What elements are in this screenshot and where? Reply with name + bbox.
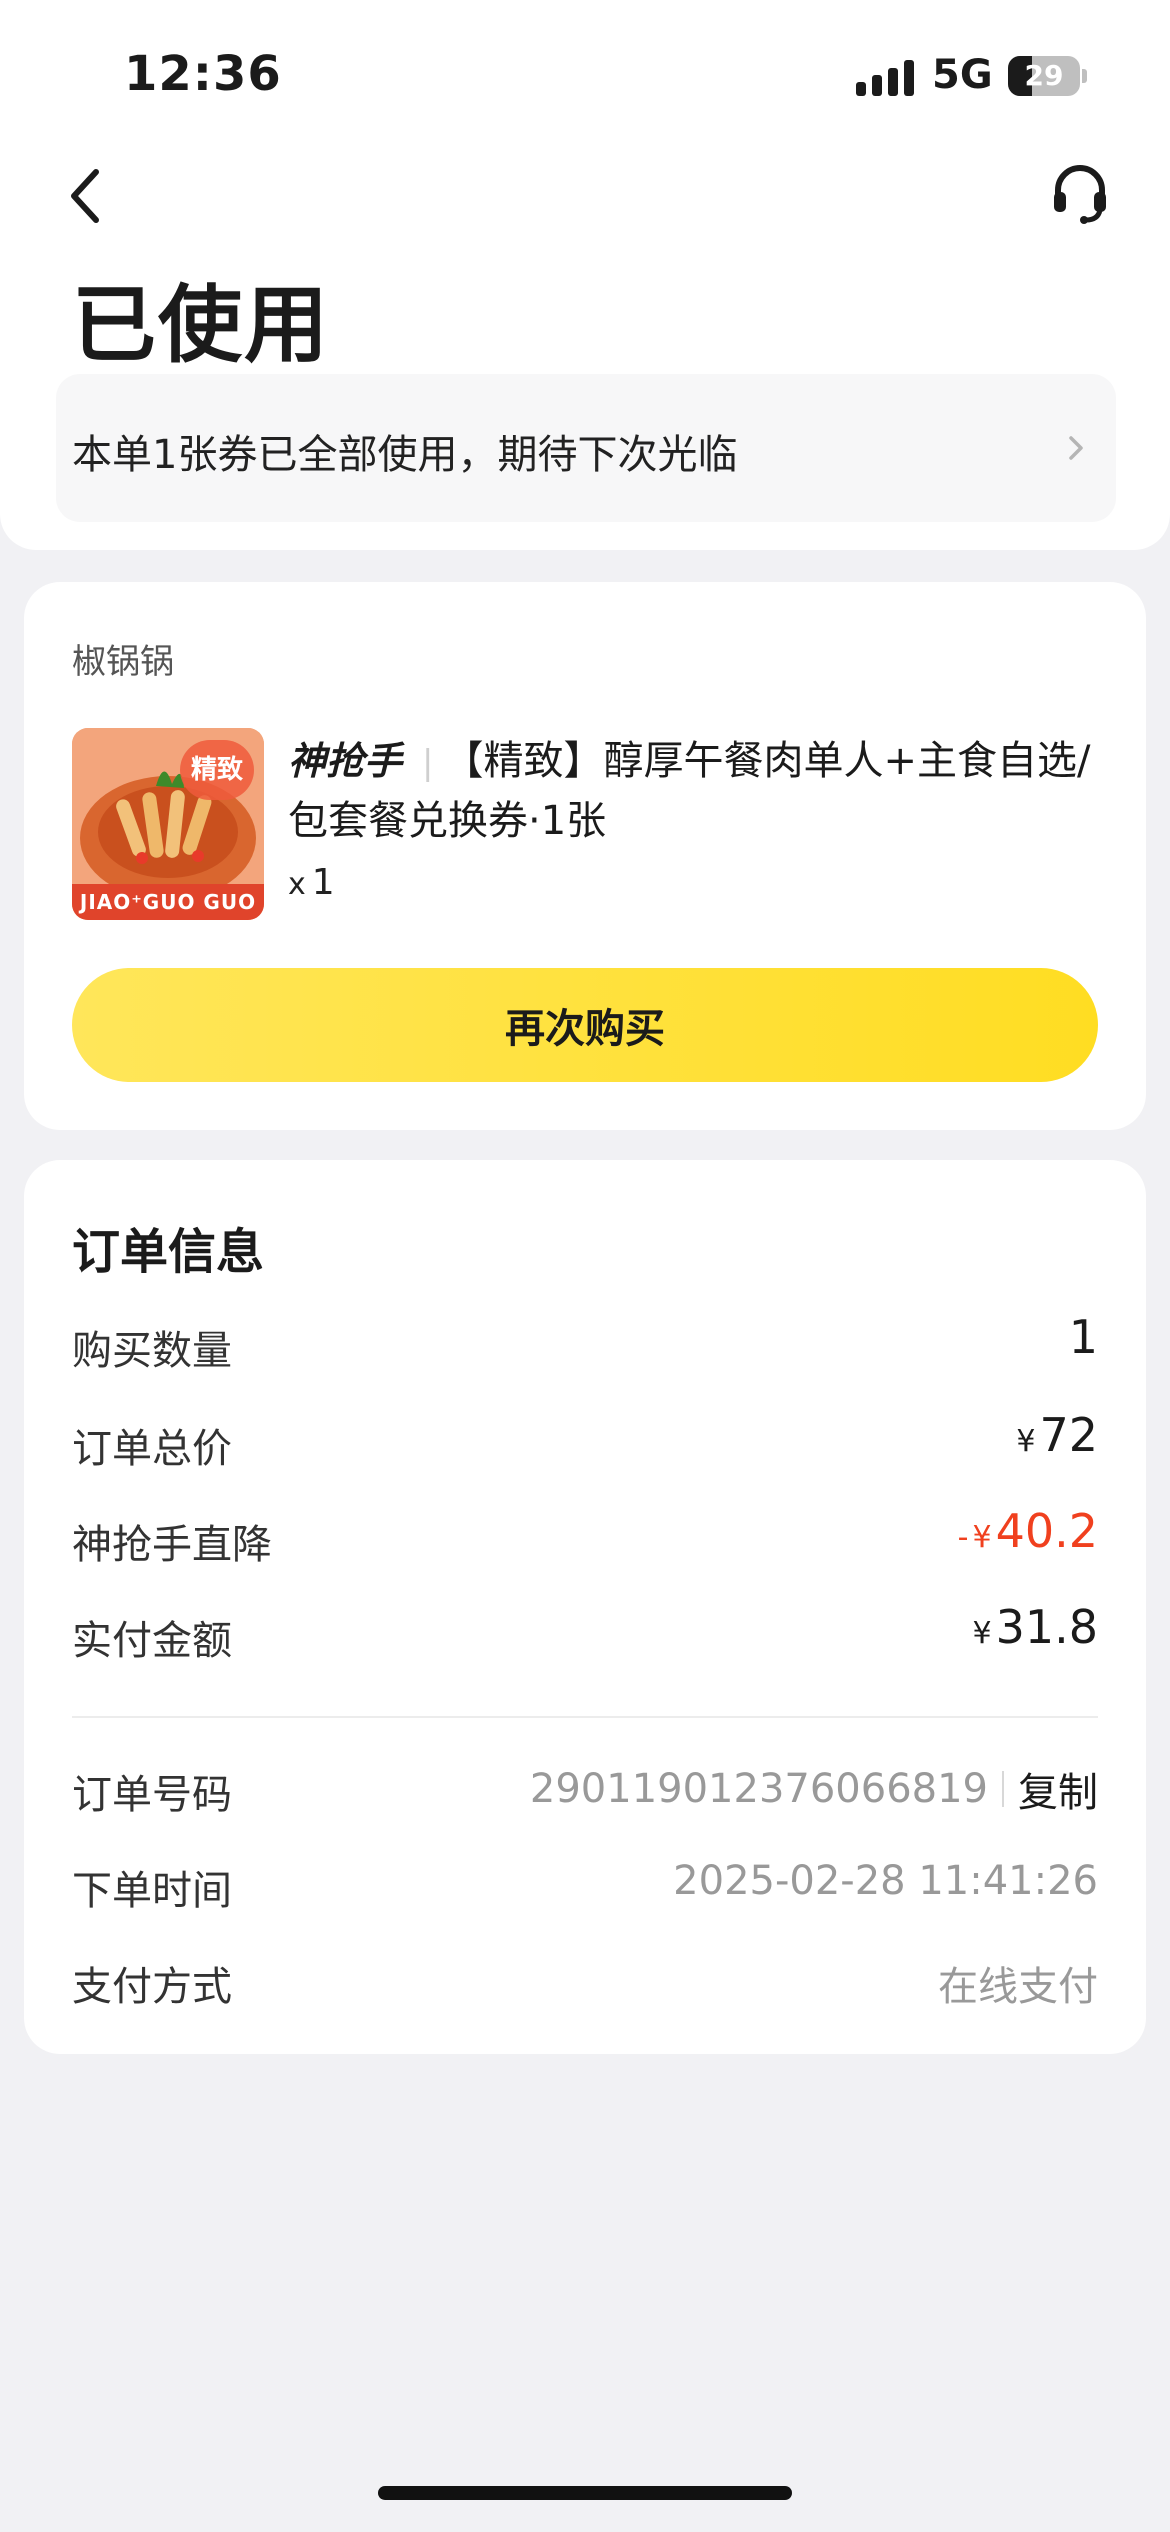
row-label: 实付金额 — [72, 1618, 232, 1664]
battery-icon: 29 — [1008, 56, 1088, 96]
currency-symbol: ¥ — [1016, 1424, 1036, 1459]
order-number-group: 290119012376066819 复制 — [530, 1760, 1098, 1818]
row-value: ¥31.8 — [972, 1600, 1098, 1654]
home-indicator[interactable] — [378, 2486, 792, 2500]
shop-name[interactable]: 椒锅锅 — [72, 634, 174, 683]
product-image[interactable]: 精致 JIAO⁺GUO GUO — [72, 728, 264, 920]
network-type: 5G — [932, 52, 993, 98]
purchase-quantity-row: 购买数量 1 — [72, 1310, 1098, 1374]
quantity-value: 1 — [311, 862, 335, 903]
payment-method: 在线支付 — [938, 1964, 1098, 2010]
thumb-brand: JIAO⁺GUO GUO — [72, 884, 264, 920]
order-info-card: 订单信息 购买数量 1 订单总价 ¥72 神抢手直降 - ¥40.2 实付金额 ¥… — [24, 1160, 1146, 2054]
battery-level: 29 — [1024, 59, 1064, 92]
quantity-prefix: x — [288, 867, 306, 902]
signal-icon — [856, 60, 914, 96]
order-time-row: 下单时间 2025-02-28 11:41:26 — [72, 1850, 1098, 1914]
buy-again-button[interactable]: 再次购买 — [72, 968, 1098, 1082]
order-number-row: 订单号码 290119012376066819 复制 — [72, 1754, 1098, 1818]
order-time: 2025-02-28 11:41:26 — [673, 1858, 1098, 1904]
separator — [1002, 1771, 1004, 1807]
row-label: 下单时间 — [72, 1868, 232, 1914]
currency-symbol: ¥ — [972, 1520, 992, 1555]
payment-method-row: 支付方式 在线支付 — [72, 1946, 1098, 2010]
discount-amount: 40.2 — [995, 1504, 1098, 1558]
row-label: 神抢手直降 — [72, 1522, 272, 1568]
divider — [72, 1716, 1098, 1718]
row-value: - ¥40.2 — [958, 1504, 1098, 1558]
discount-row: 神抢手直降 - ¥40.2 — [72, 1504, 1098, 1568]
copy-button[interactable]: 复制 — [1018, 1760, 1098, 1818]
header-card: 12:36 5G 29 已使用 本单1张券已全部使用，期待下次光临 — [0, 0, 1170, 550]
total-price-row: 订单总价 ¥72 — [72, 1408, 1098, 1472]
back-icon[interactable] — [58, 160, 114, 232]
usage-notice[interactable]: 本单1张券已全部使用，期待下次光临 — [56, 374, 1116, 522]
chevron-right-icon — [1069, 436, 1083, 460]
brand-tag: 神抢手 — [288, 739, 403, 783]
order-info-heading: 订单信息 — [72, 1224, 265, 1280]
paid-amount-row: 实付金额 ¥31.8 — [72, 1600, 1098, 1664]
paid-amount: 31.8 — [995, 1600, 1098, 1654]
customer-service-icon[interactable] — [1048, 162, 1112, 226]
product-title: 神抢手 | 【精致】醇厚午餐肉单人+主食自选/包套餐兑换券·1张 — [288, 732, 1108, 850]
status-bar: 12:36 5G 29 — [0, 0, 1170, 140]
order-number: 290119012376066819 — [529, 1766, 988, 1812]
currency-symbol: ¥ — [972, 1616, 992, 1651]
row-label: 订单号码 — [72, 1772, 232, 1818]
product-card: 椒锅锅 精致 JIAO⁺GUO GUO 神抢手 | 【精致】醇厚午餐肉单人+主食自选… — [24, 582, 1146, 1130]
thumb-badge: 精致 — [180, 740, 254, 800]
row-value: 1 — [1068, 1310, 1098, 1364]
product-info[interactable]: 神抢手 | 【精致】醇厚午餐肉单人+主食自选/包套餐兑换券·1张 x1 — [288, 732, 1108, 903]
notice-text: 本单1张券已全部使用，期待下次光临 — [72, 432, 738, 478]
row-label: 订单总价 — [72, 1426, 232, 1472]
order-detail-page: 12:36 5G 29 已使用 本单1张券已全部使用，期待下次光临 椒锅锅 精致… — [0, 0, 1170, 2532]
page-title: 已使用 — [72, 276, 331, 374]
row-value: ¥72 — [1016, 1408, 1098, 1462]
price-amount: 72 — [1039, 1408, 1098, 1462]
status-time: 12:36 — [124, 46, 282, 102]
minus-sign: - — [957, 1520, 969, 1555]
row-label: 支付方式 — [72, 1964, 232, 2010]
tag-separator: | — [422, 743, 434, 783]
product-name: 【精致】醇厚午餐肉单人+主食自选/包套餐兑换券·1张 — [288, 738, 1091, 844]
row-label: 购买数量 — [72, 1328, 232, 1374]
product-quantity: x1 — [288, 862, 1108, 903]
